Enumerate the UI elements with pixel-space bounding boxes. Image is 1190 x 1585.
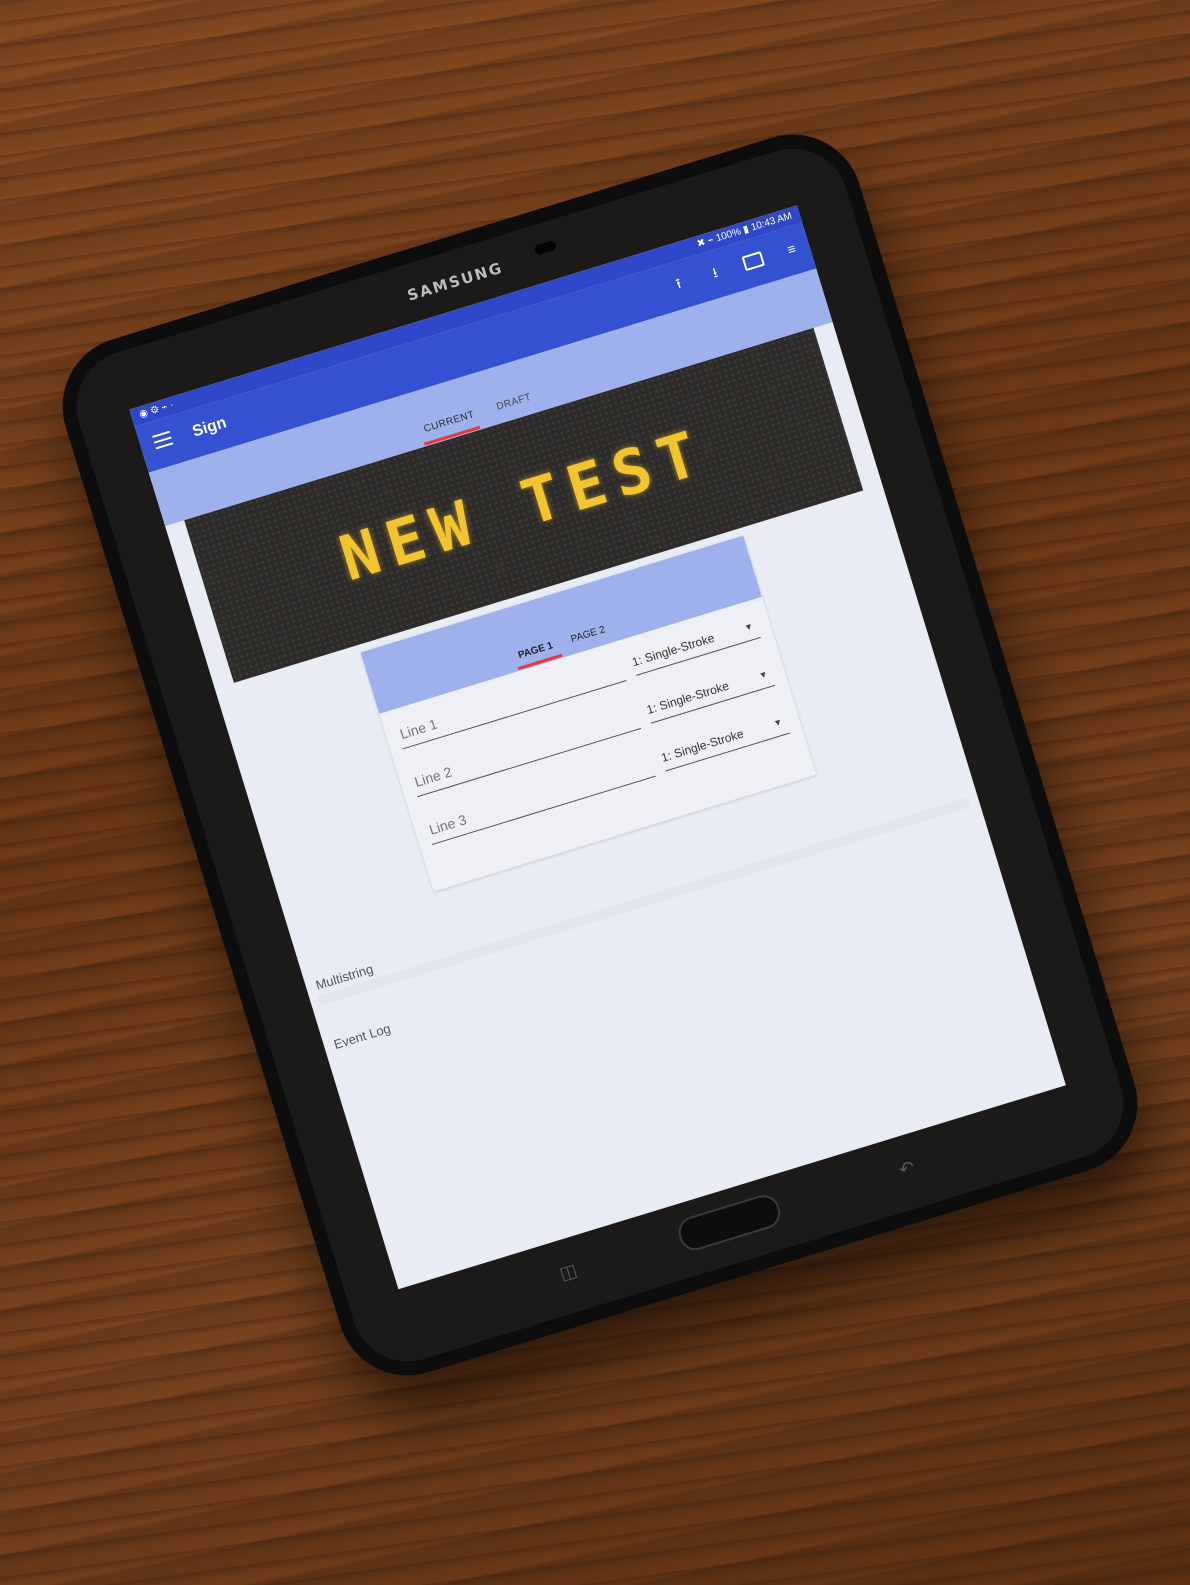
font-select-value: 1: Single-Stroke [659,726,746,765]
menu-icon[interactable] [152,430,174,450]
download-icon[interactable]: ⭳ [705,262,725,282]
tablet-device: SAMSUNG ◉ ⚙ ⌁ · ✖ ⌁ 100% ▮ 10:43 AM Sign… [45,117,1155,1393]
back-icon[interactable]: ↶ [897,1157,918,1181]
more-icon[interactable]: ≡ [781,239,801,259]
chevron-down-icon: ▼ [757,668,769,681]
screen: ◉ ⚙ ⌁ · ✖ ⌁ 100% ▮ 10:43 AM Sign ⭱ ⭳ ≡ C… [129,205,1066,1290]
font-select-value: 1: Single-Stroke [644,678,731,718]
recent-apps-icon[interactable]: ◫ [557,1260,579,1285]
upload-icon[interactable]: ⭱ [669,273,689,293]
event-log-label: Event Log [331,1020,393,1053]
tab-draft[interactable]: DRAFT [495,392,532,413]
tablet-icon[interactable] [741,251,766,272]
tab-page-2[interactable]: PAGE 2 [569,624,606,645]
chevron-down-icon: ▼ [772,716,784,729]
chevron-down-icon: ▼ [742,620,755,634]
font-select-value: 1: Single-Stroke [630,630,717,670]
home-button[interactable] [674,1191,785,1255]
page-title: Sign [190,414,229,441]
